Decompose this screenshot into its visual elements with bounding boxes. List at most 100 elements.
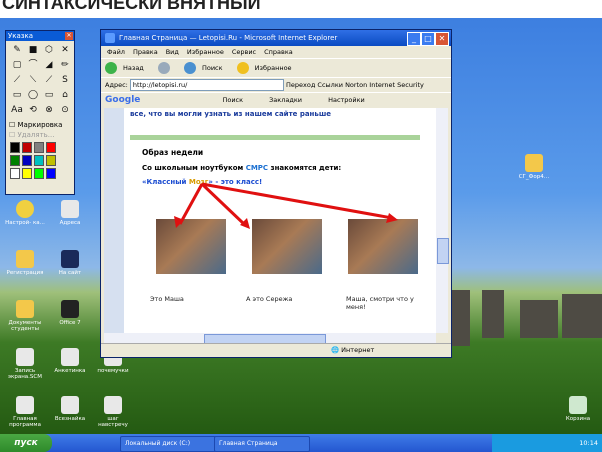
people-icon <box>61 250 79 268</box>
desktop-icon[interactable]: Настрой- ка... <box>5 200 45 226</box>
palette-tool[interactable]: ⬡ <box>42 44 56 57</box>
vertical-scrollbar[interactable] <box>436 108 449 333</box>
color-swatch[interactable] <box>34 168 44 179</box>
palette-tool[interactable]: S <box>58 74 72 87</box>
close-button[interactable]: ✕ <box>435 32 449 46</box>
palette-tool[interactable]: ✎ <box>10 44 24 57</box>
palette-tool[interactable]: ⟋ <box>42 74 56 87</box>
palette-tool[interactable]: ✕ <box>58 44 72 57</box>
horizontal-scrollbar[interactable] <box>104 333 436 344</box>
desktop-icon[interactable]: Главная программа <box>5 396 45 428</box>
window-titlebar[interactable]: Главная Страница — Letopisi.Ru - Microso… <box>101 30 451 46</box>
menu-item[interactable]: Вид <box>166 48 179 56</box>
palette-option[interactable]: ☐ Маркировка <box>6 120 74 130</box>
settings-icon <box>16 200 34 218</box>
recording-icon <box>16 348 34 366</box>
taskbar: пуск Локальный диск (C:) Главная Страниц… <box>0 434 602 452</box>
desktop-icon[interactable]: Регистрация <box>5 250 45 276</box>
folder-icon <box>16 250 34 268</box>
color-swatch[interactable] <box>10 155 20 166</box>
desktop-icon[interactable]: Адреса <box>50 200 90 226</box>
pen-palette[interactable]: Указка ✕ ✎ ■ ⬡ ✕ ▢ ⌒ ◢ ✏ ⟋ ⟍ ⟋ S ▭ ◯ ▭ ⌂ Aa ⟲ ⊗ ⊙ ☐ Маркиров… <box>5 30 75 195</box>
palette-tool[interactable]: ⟍ <box>26 74 40 87</box>
color-swatch[interactable] <box>46 168 56 179</box>
menu-bar: Файл Правка Вид Избранное Сервис Справка <box>101 46 451 58</box>
palette-colors <box>6 140 74 181</box>
address-input[interactable]: http://letopisi.ru/ <box>129 79 284 91</box>
palette-tool[interactable]: ✏ <box>58 59 72 72</box>
palette-option: ☐ Удалять... <box>9 131 55 139</box>
palette-tool[interactable]: Aa <box>10 104 24 117</box>
palette-tool[interactable]: ◢ <box>42 59 56 72</box>
desktop-icon[interactable]: На сайт <box>50 250 90 276</box>
color-swatch[interactable] <box>10 142 20 153</box>
back-button[interactable]: Назад <box>105 62 150 74</box>
start-button[interactable]: пуск <box>0 434 52 452</box>
program-icon <box>61 300 79 318</box>
document-icon <box>61 200 79 218</box>
menu-item[interactable]: Справка <box>264 48 293 56</box>
toolbar: Назад Поиск Избранное <box>101 58 451 77</box>
recycle-bin-icon <box>569 396 587 414</box>
search-button[interactable]: Поиск <box>183 62 229 74</box>
settings-button[interactable]: Настройки <box>328 96 365 104</box>
maximize-button[interactable]: □ <box>421 32 435 46</box>
palette-tool[interactable]: ⌂ <box>58 89 72 102</box>
menu-item[interactable]: Избранное <box>187 48 224 56</box>
desktop-icon[interactable]: Запись экрана.SCM <box>5 348 45 380</box>
stone <box>482 290 504 338</box>
links-button[interactable]: Ссылки <box>317 81 343 89</box>
star-icon <box>236 62 249 74</box>
palette-tool[interactable]: ⟋ <box>10 74 24 87</box>
favorites-button[interactable]: Избранное <box>236 62 298 74</box>
desktop-icon[interactable]: Документы студенты <box>5 300 45 332</box>
stone <box>520 300 558 338</box>
menu-item[interactable]: Файл <box>107 48 125 56</box>
menu-item[interactable]: Правка <box>133 48 158 56</box>
palette-tool[interactable]: ▭ <box>42 89 56 102</box>
google-search-button[interactable]: Поиск <box>222 96 243 104</box>
palette-titlebar[interactable]: Указка ✕ <box>6 31 74 41</box>
palette-tool[interactable]: ⊙ <box>58 104 72 117</box>
palette-tool[interactable]: ◯ <box>26 89 40 102</box>
norton-button[interactable]: Norton Internet Security <box>345 81 424 89</box>
google-logo: Google <box>105 95 141 105</box>
palette-tool[interactable]: ■ <box>26 44 40 57</box>
scroll-thumb[interactable] <box>437 238 449 264</box>
palette-tool[interactable]: ⟲ <box>26 104 40 117</box>
desktop-icon[interactable]: Анкетинка <box>50 348 90 374</box>
taskbar-button[interactable]: Локальный диск (C:) <box>120 436 216 452</box>
color-swatch[interactable] <box>22 142 32 153</box>
taskbar-button[interactable]: Главная Страница <box>214 436 310 452</box>
palette-tool[interactable]: ▭ <box>10 89 24 102</box>
top-caption: СИНТАКСИЧЕСКИ ВНЯТНЫЙ <box>0 0 602 18</box>
desktop-icon[interactable]: СГ_Фор4… <box>514 154 554 180</box>
system-tray: 10:14 <box>492 434 602 452</box>
palette-tool[interactable]: ⊗ <box>42 104 56 117</box>
minimize-button[interactable]: _ <box>407 32 421 46</box>
palette-tool[interactable]: ▢ <box>10 59 24 72</box>
color-swatch[interactable] <box>10 168 20 179</box>
document-icon <box>61 396 79 414</box>
stone <box>562 294 602 338</box>
color-swatch[interactable] <box>46 142 56 153</box>
color-swatch[interactable] <box>46 155 56 166</box>
browser-window[interactable]: Главная Страница — Letopisi.Ru - Microso… <box>100 29 452 358</box>
color-swatch[interactable] <box>34 155 44 166</box>
palette-tool[interactable]: ⌒ <box>26 59 40 72</box>
desktop-icon[interactable]: шаг навстречу <box>93 396 133 428</box>
program-icon <box>16 396 34 414</box>
color-swatch[interactable] <box>34 142 44 153</box>
forward-icon <box>157 62 170 74</box>
menu-item[interactable]: Сервис <box>232 48 256 56</box>
clock: 10:14 <box>579 439 598 447</box>
bookmarks-button[interactable]: Закладки <box>269 96 302 104</box>
color-swatch[interactable] <box>22 155 32 166</box>
color-swatch[interactable] <box>22 168 32 179</box>
go-button[interactable]: Переход <box>286 81 315 89</box>
desktop-icon[interactable]: Office 7 <box>50 300 90 326</box>
close-icon[interactable]: ✕ <box>65 32 73 40</box>
forward-button[interactable] <box>157 62 176 74</box>
desktop-icon[interactable]: Всезнайка <box>50 396 90 422</box>
desktop-icon[interactable]: Корзина <box>558 396 598 422</box>
